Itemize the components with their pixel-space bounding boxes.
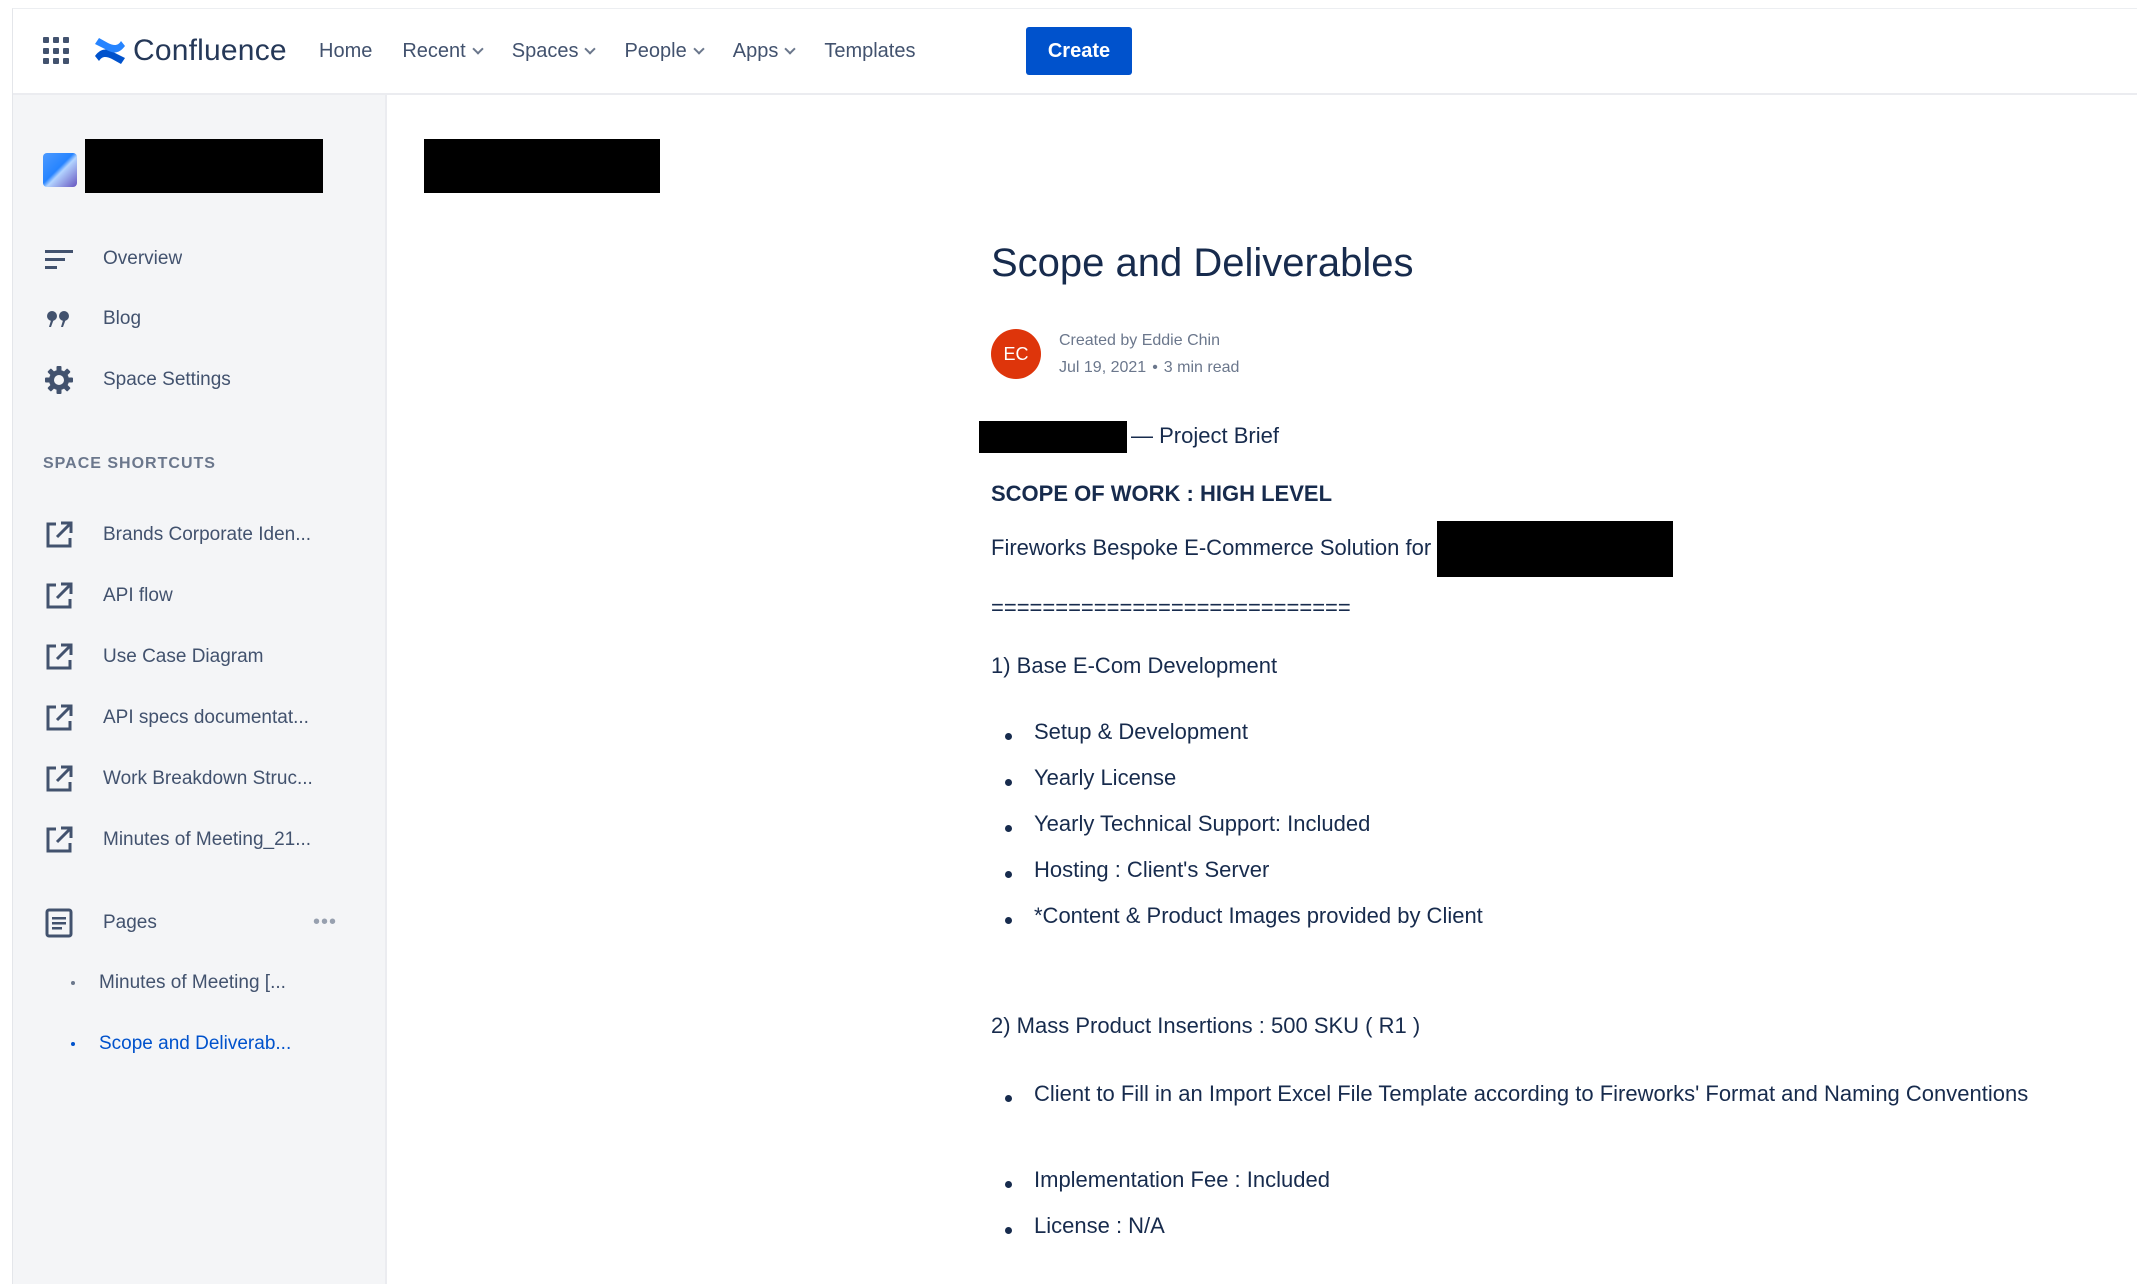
list-item-text: Yearly License [1034, 765, 1177, 790]
space-shortcuts-heading: SPACE SHORTCUTS [43, 455, 216, 472]
list-item-text: Setup & Development [1034, 719, 1249, 744]
chevron-down-icon [584, 43, 597, 55]
confluence-home-link[interactable]: Confluence [93, 33, 287, 69]
chevron-down-icon [784, 43, 796, 55]
overview-lines-icon [41, 243, 77, 275]
shortcut-label: API flow [103, 585, 173, 606]
byline-separator: • [1152, 359, 1158, 376]
solution-line: Fireworks Bespoke E-Commerce Solution fo… [991, 521, 1674, 577]
sidebar-item-label: Pages [103, 912, 157, 933]
quote-icon [41, 303, 77, 335]
shortcut-brands-corporate-identity[interactable]: Brands Corporate Iden... [41, 515, 371, 555]
list-item-text: License : N/A [1034, 1213, 1165, 1238]
external-link-icon [41, 519, 77, 551]
separator-line: ============================ [991, 595, 1351, 620]
nav-people-dropdown[interactable]: People [624, 39, 705, 63]
nav-home[interactable]: Home [319, 40, 372, 63]
project-brief-line: — Project Brief [979, 421, 1279, 453]
external-link-icon [41, 763, 77, 795]
create-button[interactable]: Create [1026, 27, 1132, 75]
nav-home-label: Home [319, 39, 373, 62]
nav-recent-dropdown[interactable]: Recent [402, 39, 484, 63]
author-avatar[interactable]: EC [991, 329, 1041, 379]
page-tree-label: Scope and Deliverab... [99, 1033, 292, 1054]
sidebar-item-blog[interactable]: Blog [41, 299, 371, 339]
list-item: Yearly Technical Support: Included [1005, 811, 1370, 844]
app-name: Confluence [133, 34, 287, 67]
solution-text: Fireworks Bespoke E-Commerce Solution fo… [991, 534, 1432, 560]
project-brief-suffix: — Project Brief [1131, 422, 1279, 448]
space-avatar[interactable] [43, 153, 77, 187]
scope-heading: SCOPE OF WORK : HIGH LEVEL [991, 481, 1333, 506]
shortcut-api-flow[interactable]: API flow [41, 576, 371, 616]
external-link-icon [41, 824, 77, 856]
nav-recent-label: Recent [402, 39, 466, 62]
external-link-icon [41, 641, 77, 673]
external-link-icon [41, 580, 77, 612]
nav-spaces-dropdown[interactable]: Spaces [511, 39, 597, 63]
read-time: 3 min read [1163, 359, 1240, 376]
shortcut-label: Work Breakdown Struc... [103, 768, 313, 789]
sidebar-item-overview[interactable]: Overview [41, 239, 371, 279]
sidebar-item-label: Space Settings [103, 369, 231, 390]
page-tree-label: Minutes of Meeting [... [99, 972, 286, 993]
nav-apps-label: Apps [732, 39, 779, 62]
confluence-logo-icon [95, 38, 125, 64]
client-name-redacted [1437, 521, 1674, 577]
section-1-heading: 1) Base E-Com Development [991, 653, 1278, 678]
created-date: Jul 19, 2021 [1059, 359, 1147, 376]
list-item-text: Implementation Fee : Included [1034, 1167, 1330, 1192]
nav-people-label: People [624, 39, 687, 62]
list-item: Yearly License [1005, 765, 1176, 798]
project-name-redacted [979, 421, 1127, 453]
shortcut-work-breakdown-structure[interactable]: Work Breakdown Struc... [41, 759, 371, 799]
page-tree-item-scope-and-deliverables[interactable]: Scope and Deliverab... [71, 1026, 291, 1062]
list-item: License : N/A [1005, 1213, 1165, 1246]
nav-apps-dropdown[interactable]: Apps [732, 39, 796, 63]
list-item: Setup & Development [1005, 719, 1248, 752]
list-item-text: Client to Fill in an Import Excel File T… [1034, 1081, 2029, 1106]
tree-bullet-icon [71, 1042, 75, 1046]
breadcrumb-redacted [424, 139, 660, 193]
document-icon [41, 907, 77, 939]
page-byline: EC Created by Eddie Chin Jul 19, 2021 • 3 … [991, 327, 1239, 381]
chevron-down-icon [693, 43, 705, 55]
shortcut-minutes-of-meeting[interactable]: Minutes of Meeting_21... [41, 820, 371, 860]
app-switcher-grid-icon[interactable] [43, 37, 71, 65]
list-item: Client to Fill in an Import Excel File T… [1005, 1081, 2034, 1114]
page-title: Scope and Deliverables [991, 241, 1414, 285]
sidebar-item-label: Blog [103, 308, 142, 329]
space-sidebar: Overview Blog Space Settings SPACE SHORT… [13, 95, 387, 1284]
nav-spaces-label: Spaces [511, 39, 579, 62]
shortcut-api-specs-documentation[interactable]: API specs documentat... [41, 698, 371, 738]
space-name-redacted [85, 139, 323, 193]
shortcut-label: API specs documentat... [103, 707, 309, 728]
top-navigation-bar: Confluence Home Recent Spaces People App… [13, 9, 2137, 95]
nav-templates-label: Templates [824, 39, 916, 62]
created-by: Created by Eddie Chin [1059, 332, 1220, 349]
list-item-text: Yearly Technical Support: Included [1034, 811, 1371, 836]
shortcut-label: Minutes of Meeting_21... [103, 829, 312, 850]
shortcut-label: Brands Corporate Iden... [103, 524, 312, 545]
tree-bullet-icon [71, 981, 75, 985]
sidebar-item-space-settings[interactable]: Space Settings [41, 360, 371, 400]
list-item-text: Hosting : Client's Server [1034, 857, 1270, 882]
shortcut-use-case-diagram[interactable]: Use Case Diagram [41, 637, 371, 677]
byline-text: Created by Eddie Chin Jul 19, 2021 • 3 min… [1059, 327, 1239, 381]
chevron-down-icon [472, 43, 484, 55]
page-tree-item-minutes-of-meeting[interactable]: Minutes of Meeting [... [71, 965, 286, 1001]
section-2-heading: 2) Mass Product Insertions : 500 SKU ( R… [991, 1013, 1421, 1038]
primary-nav: Home Recent Spaces People Apps Templates [319, 9, 945, 93]
list-item-text: *Content & Product Images provided by Cl… [1034, 903, 1483, 928]
list-item: Implementation Fee : Included [1005, 1167, 1330, 1200]
pages-more-actions-icon[interactable]: ••• [313, 911, 337, 934]
confluence-window: Confluence Home Recent Spaces People App… [12, 8, 2137, 1284]
list-item: *Content & Product Images provided by Cl… [1005, 903, 1483, 936]
sidebar-item-label: Overview [103, 248, 183, 269]
nav-templates[interactable]: Templates [824, 40, 915, 63]
external-link-icon [41, 702, 77, 734]
list-item: Hosting : Client's Server [1005, 857, 1269, 890]
gear-icon [41, 364, 77, 396]
shortcut-label: Use Case Diagram [103, 646, 264, 667]
